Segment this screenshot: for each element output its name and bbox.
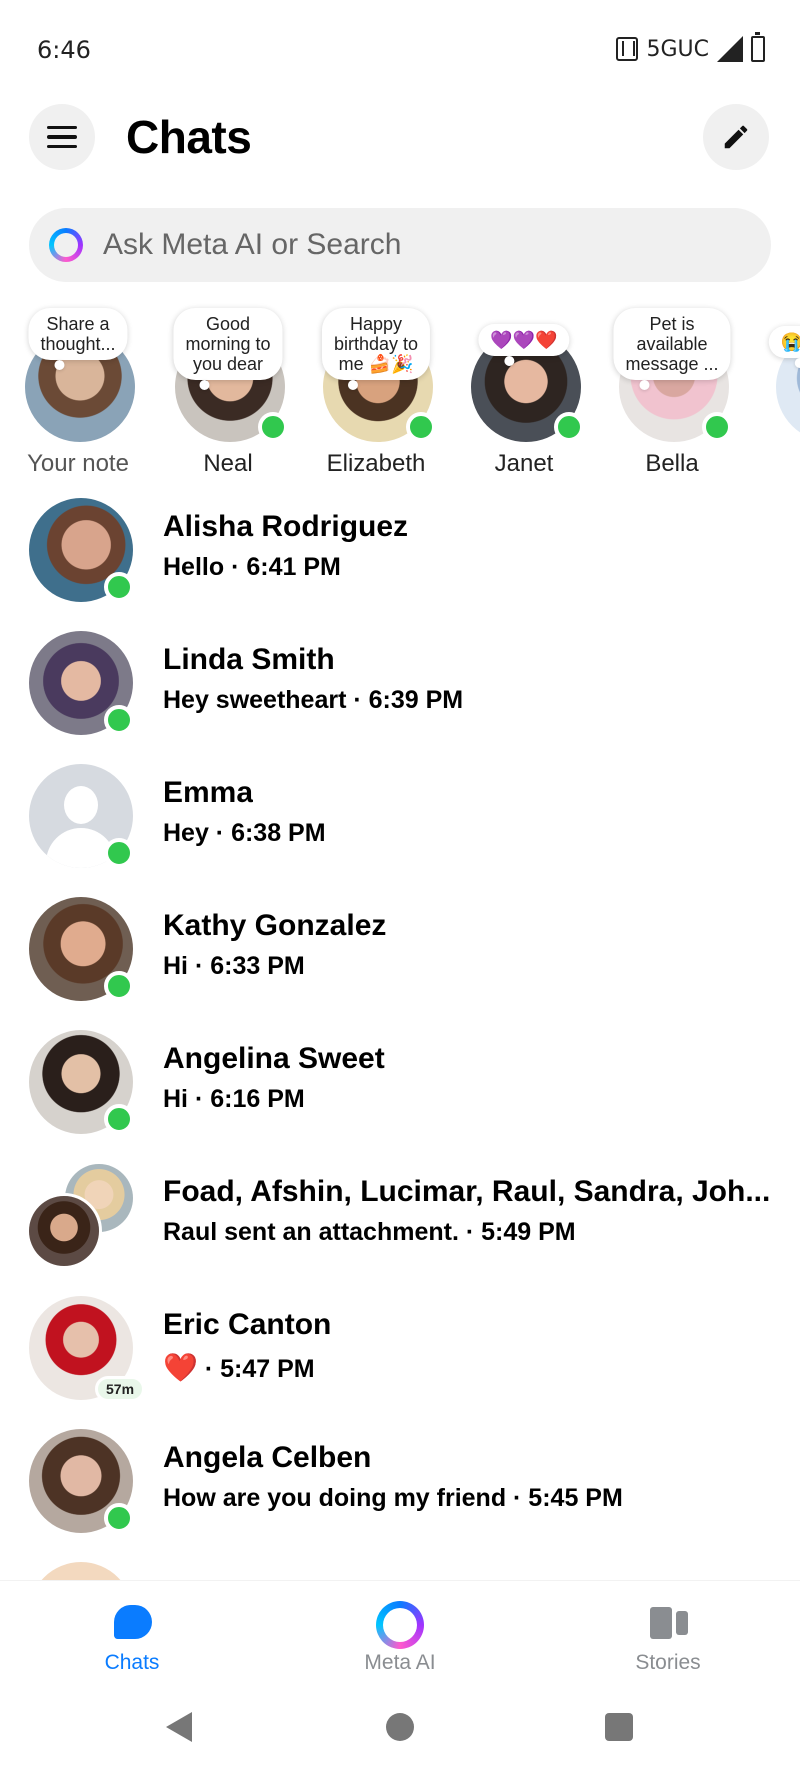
chat-preview: Hi · 6:16 PM [163, 1085, 305, 1113]
chat-name: Alisha Rodriguez [163, 510, 409, 543]
chat-preview: Hey · 6:38 PM [163, 819, 326, 847]
chat-preview: Hello · 6:41 PM [163, 553, 341, 581]
back-icon[interactable] [166, 1712, 192, 1742]
online-indicator [104, 971, 134, 1001]
note-text: Pet is available message ... [625, 314, 719, 374]
tab-label: Stories [635, 1651, 701, 1674]
chat-name: Kathy Gonzalez [163, 909, 387, 942]
chat-bubble-icon [114, 1605, 152, 1639]
menu-button[interactable] [29, 104, 95, 170]
note-bubble[interactable]: Pet is available message ... [613, 308, 731, 390]
last-active-badge: 57m [95, 1376, 146, 1402]
online-indicator [406, 412, 436, 442]
note-text: Happy birthday to me 🍰🎉 [333, 314, 419, 374]
recent-apps-icon[interactable] [605, 1713, 633, 1741]
online-indicator [104, 1104, 134, 1134]
note-text: 💜💜❤️ [490, 330, 558, 350]
chat-name: Eric Canton [163, 1308, 332, 1341]
chat-row-partial[interactable] [0, 1554, 800, 1580]
network-label: 5GUC [646, 36, 709, 62]
online-indicator [104, 838, 134, 868]
online-indicator [104, 1503, 134, 1533]
note-name: Neal [203, 450, 253, 477]
compose-button[interactable] [703, 104, 769, 170]
chat-row[interactable]: 57m Eric Canton ❤️ · 5:47 PM [0, 1288, 800, 1420]
tab-label: Meta AI [364, 1651, 436, 1674]
note-partial[interactable]: 😭 [752, 300, 800, 490]
page-title: Chats [126, 111, 252, 163]
online-indicator [104, 572, 134, 602]
chat-preview: How are you doing my friend · 5:45 PM [163, 1484, 623, 1512]
home-icon[interactable] [386, 1713, 414, 1741]
chat-name: Emma [163, 776, 254, 809]
chat-name: Angelina Sweet [163, 1042, 385, 1075]
meta-ai-ring-icon [376, 1601, 424, 1649]
group-avatar-front [26, 1193, 102, 1269]
chat-row[interactable]: Emma Hey · 6:38 PM [0, 756, 800, 888]
note-janet[interactable]: 💜💜❤️ Janet [454, 300, 594, 490]
chat-preview: Raul sent an attachment. · 5:49 PM [163, 1218, 576, 1246]
tab-label: Chats [104, 1651, 160, 1674]
notes-row[interactable]: Share a thought... Your note Good morning … [0, 300, 800, 490]
search-placeholder: Ask Meta AI or Search [103, 228, 402, 261]
status-icons: 5GUC [616, 32, 765, 62]
meta-ai-ring-icon [49, 228, 83, 262]
chat-preview: ❤️ · 5:47 PM [163, 1351, 315, 1384]
note-text: 😭 [780, 332, 800, 352]
online-indicator [554, 412, 584, 442]
note-name: Janet [494, 450, 554, 477]
chat-name: Linda Smith [163, 643, 335, 676]
chat-row[interactable]: Kathy Gonzalez Hi · 6:33 PM [0, 889, 800, 1021]
chat-preview-time: · 5:47 PM [197, 1355, 315, 1383]
system-nav [0, 1680, 800, 1777]
chat-row[interactable]: Linda Smith Hey sweetheart · 6:39 PM [0, 623, 800, 755]
note-your-note[interactable]: Share a thought... Your note [8, 300, 148, 490]
note-bubble[interactable]: 💜💜❤️ [478, 324, 570, 366]
battery-icon [751, 32, 765, 62]
note-bubble[interactable]: Happy birthday to me 🍰🎉 [321, 308, 431, 390]
online-indicator [104, 705, 134, 735]
note-bella[interactable]: Pet is available message ... Bella [602, 300, 742, 490]
pencil-icon [724, 125, 748, 149]
note-elizabeth[interactable]: Happy birthday to me 🍰🎉 Elizabeth [306, 300, 446, 490]
avatar [29, 1562, 133, 1580]
note-name: Your note [27, 450, 129, 477]
status-bar: 6:46 5GUC [0, 0, 800, 100]
chat-list[interactable]: Alisha Rodriguez Hello · 6:41 PM Linda S… [0, 490, 800, 1580]
chat-row[interactable]: Angela Celben How are you doing my frien… [0, 1421, 800, 1553]
note-neal[interactable]: Good morning to you dear Neal [158, 300, 298, 490]
tab-chats[interactable]: Chats [52, 1601, 212, 1681]
note-name: Bella [645, 450, 699, 477]
chat-preview: Hey sweetheart · 6:39 PM [163, 686, 464, 714]
nfc-icon [616, 37, 639, 61]
note-bubble[interactable]: Share a thought... [28, 308, 128, 370]
heart-icon: ❤️ [163, 1352, 198, 1383]
status-time: 6:46 [37, 36, 91, 64]
stories-icon [650, 1607, 688, 1639]
note-name: Elizabeth [326, 450, 426, 477]
note-text: Share a thought... [40, 314, 116, 354]
tab-stories[interactable]: Stories [588, 1601, 748, 1681]
chat-name: Foad, Afshin, Lucimar, Raul, Sandra, Joh… [163, 1175, 771, 1208]
chat-preview: Hi · 6:33 PM [163, 952, 305, 980]
signal-icon [717, 36, 743, 62]
bottom-nav: Chats Meta AI Stories [0, 1580, 800, 1680]
note-text: Good morning to you dear [185, 314, 271, 374]
chat-row[interactable]: Alisha Rodriguez Hello · 6:41 PM [0, 490, 800, 622]
search-bar[interactable]: Ask Meta AI or Search [29, 208, 771, 282]
chat-row[interactable]: Foad, Afshin, Lucimar, Raul, Sandra, Joh… [0, 1155, 800, 1287]
chat-row[interactable]: Angelina Sweet Hi · 6:16 PM [0, 1022, 800, 1154]
tab-meta-ai[interactable]: Meta AI [320, 1601, 480, 1681]
online-indicator [702, 412, 732, 442]
chat-name: Angela Celben [163, 1441, 372, 1474]
note-bubble[interactable]: Good morning to you dear [173, 308, 283, 390]
note-bubble[interactable]: 😭 [768, 326, 800, 368]
online-indicator [258, 412, 288, 442]
hamburger-menu-icon [47, 125, 77, 130]
